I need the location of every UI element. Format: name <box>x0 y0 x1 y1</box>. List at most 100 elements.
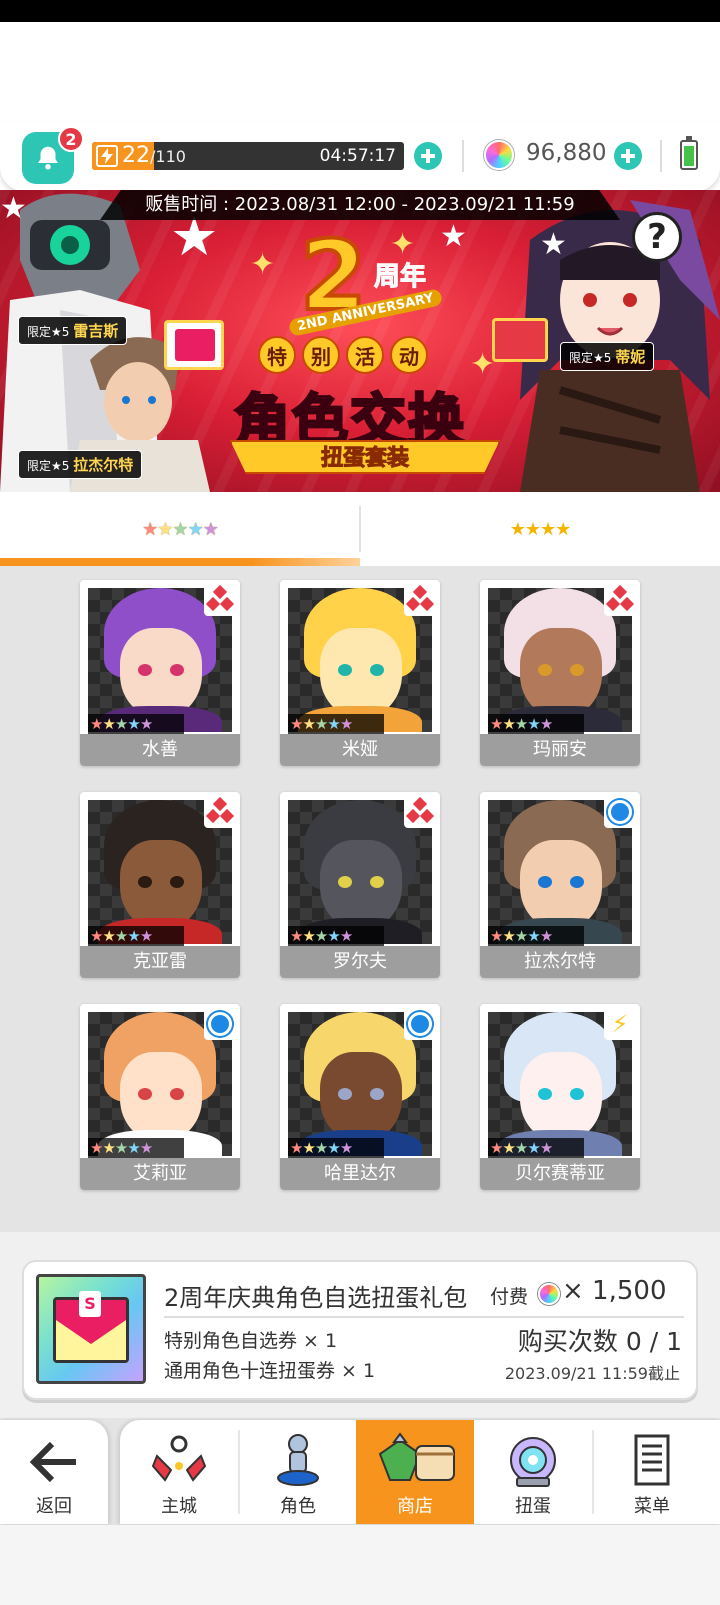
star-icon: ★ <box>314 715 328 733</box>
menu-icon <box>634 1434 670 1486</box>
rarity-stars: ★★★★★ <box>88 714 184 734</box>
star-icon: ★ <box>187 518 204 540</box>
stamina-max: /110 <box>150 147 186 166</box>
anniversary-cn: 周年 <box>373 262 427 293</box>
limited-tag-prefix: 限定★5 <box>27 459 70 473</box>
star-icon: ★ <box>302 715 315 733</box>
stamina-value: 22/110 <box>122 143 186 168</box>
limited-tag-regis: 限定★5 雷吉斯 <box>18 316 128 345</box>
tab-four-star[interactable]: ★★★★ <box>360 492 720 566</box>
star-icon: ★ <box>327 1139 340 1157</box>
character-name: 哈里达尔 <box>280 1158 440 1190</box>
character-card[interactable]: ⚡ ★★★★★ 贝尔赛蒂亚 <box>480 1004 640 1190</box>
star-icon: ★ <box>102 1139 115 1157</box>
character-card[interactable]: ★★★★★ 艾莉亚 <box>80 1004 240 1190</box>
town-icon <box>151 1435 207 1482</box>
star-icon: ★ <box>490 715 503 733</box>
stamina-bar: 22/110 04:57:17 <box>92 142 404 170</box>
character-card[interactable]: ★★★★★ 米娅 <box>280 580 440 766</box>
star-icon: ★ <box>127 1139 140 1157</box>
nav-item-shop[interactable]: 商店 <box>356 1420 474 1524</box>
rarity-stars: ★★★★★ <box>88 926 184 946</box>
bottom-navigation: 返回 主城 角色 商店 扭蛋 菜单 <box>0 1418 720 1525</box>
character-icon <box>277 1434 319 1486</box>
select-ticket-icon <box>164 320 224 370</box>
hud-divider <box>660 140 662 172</box>
sale-period: 贩售时间 : 2023.08/31 12:00 - 2023.09/21 11:… <box>100 190 620 220</box>
character-name: 艾莉亚 <box>80 1158 240 1190</box>
character-card[interactable]: ★★★★★ 哈里达尔 <box>280 1004 440 1190</box>
pack-price-label: 付费 <box>490 1286 529 1308</box>
event-banner[interactable]: ★ ★ ★ ★ ✦ ✦ ✦ 贩售时间 : 2023.08/31 12:00 - … <box>0 190 720 492</box>
nav-item-menu[interactable]: 菜单 <box>593 1420 711 1524</box>
ring-element-icon <box>404 1008 436 1040</box>
limited-tag-name: 雷吉斯 <box>73 322 119 340</box>
stamina-timer: 04:57:17 <box>319 146 396 166</box>
star-icon: ★ <box>514 715 528 733</box>
star-icon: ★ <box>502 715 515 733</box>
character-card[interactable]: ★★★★★ 拉杰尔特 <box>480 792 640 978</box>
tab-four-star-stars: ★★★★ <box>509 518 572 540</box>
character-name: 拉杰尔特 <box>480 946 640 978</box>
star-icon: ★ <box>127 927 140 945</box>
character-card[interactable]: ★★★★★ 罗尔夫 <box>280 792 440 978</box>
nav-item-character[interactable]: 角色 <box>239 1420 357 1524</box>
star-icon: ★ <box>114 1139 128 1157</box>
nav-item-town[interactable]: 主城 <box>120 1420 238 1524</box>
character-name: 罗尔夫 <box>280 946 440 978</box>
bell-icon <box>38 146 58 170</box>
character-name: 克亚雷 <box>80 946 240 978</box>
pack-thumbnail: S <box>36 1274 146 1384</box>
character-card[interactable]: ★★★★★ 水善 <box>80 580 240 766</box>
add-gems-button[interactable] <box>614 142 642 170</box>
anniversary-logo: 2 周年 2ND ANNIVERSARY <box>270 218 470 337</box>
star-icon: ★ <box>90 927 103 945</box>
stamina-current: 22 <box>122 143 150 168</box>
nav-label: 菜单 <box>634 1496 670 1517</box>
ring-element-icon <box>204 1008 236 1040</box>
gem-count: 96,880 <box>526 140 607 166</box>
gem-icon <box>484 140 514 170</box>
resource-hud: 2 22/110 04:57:17 96,880 <box>0 122 720 192</box>
help-button[interactable]: ? <box>632 212 682 262</box>
star-icon: ★ <box>314 1139 328 1157</box>
battery-icon <box>680 136 698 170</box>
diamond-element-icon <box>204 796 236 828</box>
event-char: 特 <box>258 336 296 374</box>
rarity-tabs: ★★★★★ ★★★★ <box>0 492 720 566</box>
nav-label: 角色 <box>280 1496 316 1517</box>
star-icon: ★ <box>102 715 115 733</box>
character-card[interactable]: ★★★★★ 玛丽安 <box>480 580 640 766</box>
star-icon: ★ <box>490 1139 503 1157</box>
character-card[interactable]: ★★★★★ 克亚雷 <box>80 792 240 978</box>
hud-divider <box>462 140 464 172</box>
shop-icon <box>378 1432 455 1481</box>
back-arrow-icon <box>29 1441 76 1483</box>
help-icon: ? <box>647 217 667 257</box>
star-icon: ★ <box>139 715 153 733</box>
rarity-stars: ★★★★★ <box>288 714 384 734</box>
bottom-spacer <box>0 1525 720 1605</box>
add-stamina-button[interactable] <box>414 142 442 170</box>
ring-element-icon <box>604 796 636 828</box>
limited-tag-name: 蒂妮 <box>615 348 646 366</box>
gacha-icon <box>510 1437 556 1487</box>
rarity-stars: ★★★★★ <box>488 714 584 734</box>
pack-price: × 1,500 <box>562 1276 667 1306</box>
star-icon: ★ <box>114 715 128 733</box>
back-button[interactable]: 返回 <box>0 1420 108 1524</box>
pack-card[interactable]: S 2周年庆典角色自选扭蛋礼包 付费 × 1,500 特别角色自选券 × 1 通… <box>22 1260 698 1400</box>
back-label: 返回 <box>36 1496 72 1517</box>
star-icon: ★ <box>490 927 503 945</box>
star-icon: ★ <box>539 715 553 733</box>
star-icon: ★ <box>172 518 188 540</box>
character-name: 贝尔赛蒂亚 <box>480 1158 640 1190</box>
star-icon: ★ <box>502 927 515 945</box>
tab-five-star[interactable]: ★★★★★ <box>0 492 360 566</box>
star-icon: ★ <box>339 1139 353 1157</box>
nav-label: 商店 <box>397 1496 433 1517</box>
diamond-element-icon <box>204 584 236 616</box>
nav-item-gacha[interactable]: 扭蛋 <box>474 1420 592 1524</box>
rarity-stars: ★★★★★ <box>288 1138 384 1158</box>
limited-tag-rajelt: 限定★5 拉杰尔特 <box>18 450 143 479</box>
